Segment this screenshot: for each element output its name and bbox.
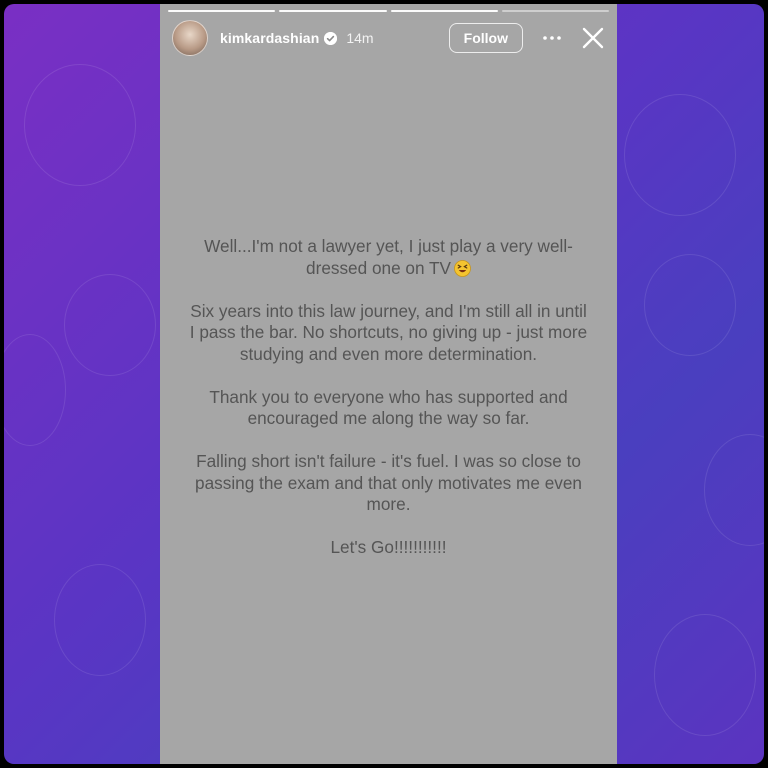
story-paragraph: Let's Go!!!!!!!!!!! [330,537,447,557]
follow-button[interactable]: Follow [448,23,523,53]
progress-segment [279,10,387,12]
background-decoration [654,614,756,736]
background-decoration [4,334,66,446]
background-decoration [24,64,136,186]
username[interactable]: kimkardashian [220,30,319,46]
background-decoration [54,564,146,676]
close-icon[interactable] [581,23,605,53]
post-timestamp: 14m [346,30,374,46]
progress-segment [168,10,276,12]
background-decoration [704,434,764,546]
progress-segment [390,10,498,12]
progress-segment [501,10,609,12]
story-paragraph: Six years into this law journey, and I'm… [189,300,588,364]
grinning-squinting-face-emoji-icon [454,259,471,277]
avatar[interactable] [172,20,208,56]
background-decoration [644,254,736,356]
story-viewer: kimkardashian 14m Follow Well...I'm not … [4,4,764,764]
background-decoration [64,274,156,376]
background-decoration [624,94,736,216]
verified-badge-icon [324,31,338,45]
more-options-icon[interactable] [541,23,563,53]
story-progress-bar [168,10,609,12]
story-paragraph: Well...I'm not a lawyer yet, I just play… [204,236,573,278]
story-card[interactable]: kimkardashian 14m Follow Well...I'm not … [160,4,617,764]
story-text: Well...I'm not a lawyer yet, I just play… [186,236,591,580]
story-paragraph: Thank you to everyone who has supported … [209,386,568,429]
story-paragraph: Falling short isn't failure - it's fuel.… [195,451,582,514]
story-header: kimkardashian 14m Follow [172,20,605,56]
